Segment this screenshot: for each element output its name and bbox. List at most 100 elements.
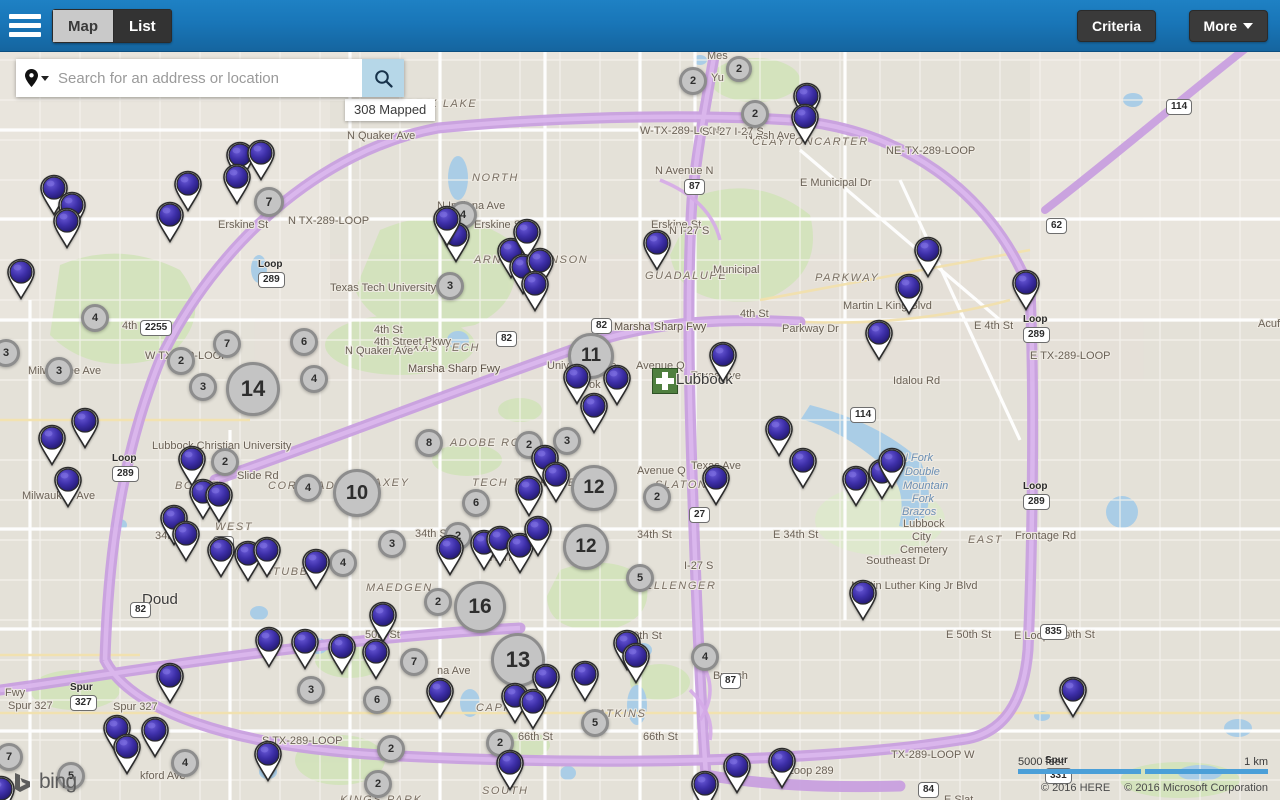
map-location-pin[interactable]	[495, 749, 525, 791]
map-cluster-marker[interactable]: 2	[167, 347, 195, 375]
pin-icon	[223, 163, 251, 205]
map-location-pin[interactable]	[112, 733, 142, 775]
pin-icon	[878, 447, 906, 489]
map-location-pin[interactable]	[173, 170, 203, 212]
map-cluster-marker[interactable]: 2	[377, 735, 405, 763]
search-bar[interactable]	[16, 59, 404, 97]
map-cluster-marker[interactable]: 14	[226, 362, 280, 416]
search-button[interactable]	[362, 59, 404, 97]
map-location-pin[interactable]	[254, 626, 284, 668]
map-location-pin[interactable]	[6, 258, 36, 300]
city-marker-icon	[652, 368, 678, 394]
map-cluster-marker[interactable]: 16	[454, 581, 506, 633]
map-location-pin[interactable]	[361, 638, 391, 680]
pin-icon	[369, 601, 397, 643]
map-cluster-marker[interactable]: 2	[364, 770, 392, 798]
map-cluster-marker[interactable]: 3	[297, 676, 325, 704]
map-location-pin[interactable]	[514, 475, 544, 517]
map-cluster-marker[interactable]: 12	[563, 524, 609, 570]
map-location-pin[interactable]	[140, 716, 170, 758]
map-cluster-marker[interactable]: 10	[333, 469, 381, 517]
map-location-pin[interactable]	[788, 447, 818, 489]
tab-map[interactable]: Map	[52, 9, 113, 43]
map-cluster-marker[interactable]: 5	[581, 709, 609, 737]
map-cluster-marker[interactable]: 3	[378, 530, 406, 558]
map-cluster-marker[interactable]: 4	[691, 643, 719, 671]
map-location-pin[interactable]	[894, 273, 924, 315]
map-location-pin[interactable]	[790, 103, 820, 145]
map-cluster-marker[interactable]: 7	[400, 648, 428, 676]
map-cluster-marker[interactable]: 3	[189, 373, 217, 401]
map-location-pin[interactable]	[222, 163, 252, 205]
map-cluster-marker[interactable]: 12	[571, 465, 617, 511]
map-location-pin[interactable]	[877, 447, 907, 489]
map-cluster-marker[interactable]: 4	[300, 365, 328, 393]
map-cluster-marker[interactable]: 2	[741, 100, 769, 128]
map-location-pin[interactable]	[155, 662, 185, 704]
map-cluster-marker[interactable]: 4	[171, 749, 199, 777]
map-location-pin[interactable]	[1058, 676, 1088, 718]
map-cluster-marker[interactable]: 3	[45, 357, 73, 385]
map-location-pin[interactable]	[722, 752, 752, 794]
map-location-pin[interactable]	[642, 229, 672, 271]
pin-icon	[141, 716, 169, 758]
map-location-pin[interactable]	[290, 628, 320, 670]
map-cluster-marker[interactable]: 4	[294, 474, 322, 502]
bing-logo[interactable]: bing	[12, 770, 77, 794]
map-location-pin[interactable]	[1011, 269, 1041, 311]
tab-list[interactable]: List	[113, 9, 172, 43]
map-cluster-marker[interactable]: 2	[424, 588, 452, 616]
map-location-pin[interactable]	[767, 747, 797, 789]
map-location-pin[interactable]	[541, 461, 571, 503]
map-location-pin[interactable]	[523, 515, 553, 557]
view-mode-tabs[interactable]: Map List	[52, 9, 172, 43]
map-location-pin[interactable]	[171, 520, 201, 562]
map-cluster-marker[interactable]: 5	[626, 564, 654, 592]
map-location-pin[interactable]	[579, 392, 609, 434]
map-location-pin[interactable]	[368, 601, 398, 643]
map-location-pin[interactable]	[621, 642, 651, 684]
map-location-pin[interactable]	[53, 466, 83, 508]
map-location-pin[interactable]	[327, 633, 357, 675]
search-type-selector[interactable]	[16, 59, 58, 97]
map-location-pin[interactable]	[52, 207, 82, 249]
map-location-pin[interactable]	[435, 534, 465, 576]
map-cluster-marker[interactable]: 2	[211, 448, 239, 476]
criteria-button[interactable]: Criteria	[1076, 10, 1156, 42]
map-location-pin[interactable]	[206, 536, 236, 578]
map-cluster-marker[interactable]: 6	[363, 686, 391, 714]
map-cluster-marker[interactable]: 2	[643, 483, 671, 511]
map-location-pin[interactable]	[708, 341, 738, 383]
map-cluster-marker[interactable]: 2	[679, 67, 707, 95]
search-input[interactable]	[58, 60, 362, 96]
map-location-pin[interactable]	[701, 464, 731, 506]
more-button[interactable]: More	[1188, 10, 1268, 42]
map-location-pin[interactable]	[252, 536, 282, 578]
map-cluster-marker[interactable]: 8	[415, 429, 443, 457]
map-location-pin[interactable]	[864, 319, 894, 361]
map-cluster-marker[interactable]: 7	[213, 330, 241, 358]
map-cluster-marker[interactable]: 2	[726, 56, 752, 82]
map-cluster-marker[interactable]: 6	[290, 328, 318, 356]
map-location-pin[interactable]	[253, 740, 283, 782]
pin-icon	[174, 170, 202, 212]
map-location-pin[interactable]	[301, 548, 331, 590]
map-location-pin[interactable]	[913, 236, 943, 278]
map-cluster-marker[interactable]: 3	[436, 272, 464, 300]
hamburger-menu-icon[interactable]	[9, 12, 41, 39]
map-location-pin[interactable]	[425, 677, 455, 719]
map-location-pin[interactable]	[37, 424, 67, 466]
map-location-pin[interactable]	[70, 407, 100, 449]
map-cluster-marker[interactable]: 6	[462, 489, 490, 517]
map-location-pin[interactable]	[518, 688, 548, 730]
map-cluster-marker[interactable]: 7	[254, 187, 284, 217]
map-location-pin[interactable]	[432, 205, 462, 247]
map-location-pin[interactable]	[848, 579, 878, 621]
map-cluster-marker[interactable]: 4	[329, 549, 357, 577]
map-canvas[interactable]: ROCK LAKE NORTH Erskine St Erskine St Erskin…	[0, 0, 1280, 800]
map-location-pin[interactable]	[570, 660, 600, 702]
map-location-pin[interactable]	[520, 270, 550, 312]
map-cluster-marker[interactable]: 4	[81, 304, 109, 332]
map-location-pin[interactable]	[690, 770, 720, 800]
map-location-pin[interactable]	[204, 481, 234, 523]
